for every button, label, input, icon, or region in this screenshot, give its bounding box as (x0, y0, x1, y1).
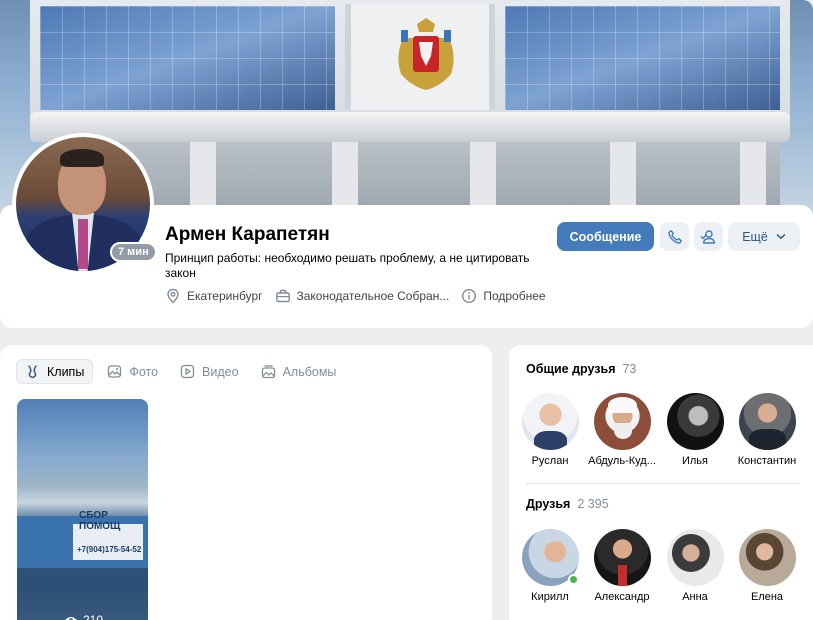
chevron-down-icon (776, 233, 786, 240)
tab-clips-label: Клипы (47, 364, 85, 379)
avatar (593, 393, 651, 450)
profile-name: Армен Карапетян (165, 224, 330, 245)
info-city[interactable]: Екатеринбург (165, 288, 263, 304)
avatar (738, 393, 796, 450)
avatar (666, 393, 724, 450)
albums-icon (261, 365, 275, 379)
cover-glass-left (40, 6, 335, 110)
clip-views: 210 (64, 613, 103, 620)
cover-emblem-panel (345, 4, 495, 110)
tab-photo[interactable]: Фото (99, 359, 166, 384)
info-work-label: Законодательное Собран... (296, 289, 450, 303)
avatar (593, 529, 651, 586)
last-seen-badge: 7 мин (110, 242, 157, 262)
friend-item[interactable]: Константин (728, 393, 806, 467)
friends-count: 2 395 (577, 497, 609, 511)
online-indicator (567, 574, 579, 585)
coat-of-arms-icon (398, 18, 454, 90)
friend-request-button[interactable] (694, 222, 723, 251)
avatar (666, 529, 724, 586)
info-more-link[interactable]: Подробнее (461, 288, 546, 304)
video-icon (180, 364, 195, 379)
friend-name: Александр (594, 591, 650, 603)
call-button[interactable] (660, 222, 689, 251)
friends-header[interactable]: Друзья 2 395 (526, 497, 609, 511)
friend-item[interactable]: Кирилл (511, 529, 589, 603)
friend-name: Илья (681, 455, 708, 467)
friend-name: Константин (737, 455, 797, 467)
friend-name: Кирилл (531, 591, 569, 603)
info-more-label: Подробнее (483, 289, 546, 303)
friend-item[interactable]: Абдуль-Куд... (583, 393, 661, 467)
clip-views-count: 210 (83, 613, 104, 620)
clip-thumbnail[interactable]: СБОР ПОМОЩ +7(904)175-54-52 210 (17, 399, 148, 620)
avatar (521, 393, 579, 450)
clip-sign-phone: +7(904)175-54-52 (77, 545, 142, 554)
phone-icon (667, 229, 682, 244)
clip-sign-text: СБОР ПОМОЩ (79, 510, 121, 532)
mutual-friends-header[interactable]: Общие друзья 73 (526, 362, 636, 376)
friends-panel: Общие друзья 73 Руслан Абдуль-Куд... Иль… (509, 345, 813, 620)
friend-item[interactable]: Елена (728, 529, 806, 603)
friend-item[interactable]: Александр (583, 529, 661, 603)
media-tabs: Клипы Фото Видео Альбомы (16, 359, 344, 384)
friend-item[interactable]: Илья (656, 393, 734, 467)
tab-video[interactable]: Видео (172, 359, 247, 384)
avatar (521, 529, 579, 586)
friend-item[interactable]: Анна (656, 529, 734, 603)
profile-status: Принцип работы: необходимо решать пробле… (165, 251, 530, 280)
tab-albums[interactable]: Альбомы (253, 359, 345, 384)
briefcase-icon (275, 289, 290, 303)
media-panel: Клипы Фото Видео Альбомы СБОР ПОМОЩ +7(9… (0, 345, 492, 620)
profile-info-row: Екатеринбург Законодательное Собран... П… (165, 288, 546, 304)
location-pin-icon (167, 288, 179, 304)
more-button-label: Ещё (742, 229, 768, 244)
friend-name: Руслан (531, 455, 569, 467)
more-button[interactable]: Ещё (728, 222, 800, 251)
user-add-icon (700, 229, 716, 244)
tab-photo-label: Фото (129, 364, 159, 379)
tab-albums-label: Альбомы (282, 364, 337, 379)
mutual-friends-title: Общие друзья (526, 362, 616, 376)
friend-name: Анна (682, 591, 708, 603)
clips-icon (28, 365, 37, 379)
cover-ledge (30, 112, 790, 142)
photo-icon (108, 365, 122, 378)
message-button[interactable]: Сообщение (557, 222, 654, 251)
tab-clips[interactable]: Клипы (16, 359, 94, 384)
mutual-friends-count: 73 (622, 362, 637, 376)
info-work[interactable]: Законодательное Собран... (275, 288, 450, 304)
eye-icon (65, 617, 77, 620)
friend-name: Абдуль-Куд... (588, 455, 656, 467)
divider (526, 483, 800, 484)
info-circle-icon (462, 288, 477, 304)
avatar (738, 529, 796, 586)
friend-item[interactable]: Руслан (511, 393, 589, 467)
tab-video-label: Видео (202, 364, 239, 379)
friend-name: Елена (750, 591, 784, 603)
info-city-label: Екатеринбург (187, 289, 263, 303)
friends-title: Друзья (526, 497, 571, 511)
cover-glass-right (505, 6, 780, 110)
